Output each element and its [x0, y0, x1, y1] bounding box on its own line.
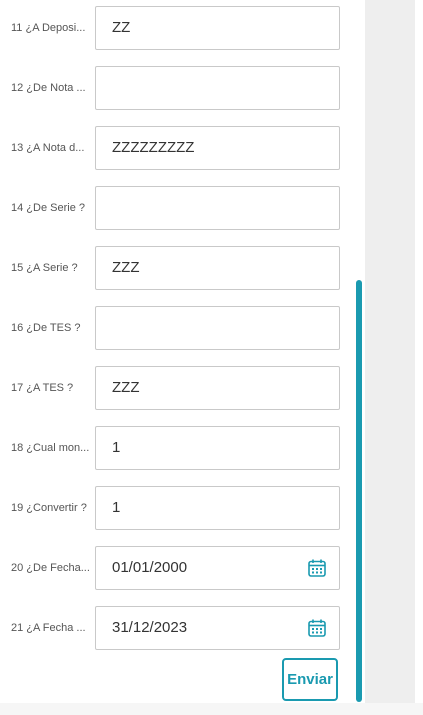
- bottom-strip: [0, 703, 423, 715]
- field-label: 16 ¿De TES ?: [11, 322, 81, 334]
- field-label: 19 ¿Convertir ?: [11, 502, 87, 514]
- field-value: ZZ: [112, 19, 131, 36]
- form-row-20: 20 ¿De Fecha... 01/01/2000: [0, 546, 345, 590]
- form-row-17: 17 ¿A TES ? ZZZ: [0, 366, 345, 410]
- date-to-input[interactable]: 31/12/2023: [95, 606, 340, 650]
- form-row-21: 21 ¿A Fecha ... 31/12/2023: [0, 606, 345, 650]
- note-to-input[interactable]: ZZZZZZZZZ: [95, 126, 340, 170]
- field-label: 13 ¿A Nota d...: [11, 142, 85, 154]
- field-label: 14 ¿De Serie ?: [11, 202, 85, 214]
- note-from-input[interactable]: [95, 66, 340, 110]
- calendar-icon[interactable]: [307, 558, 327, 578]
- field-value: 1: [112, 439, 121, 456]
- series-from-input[interactable]: [95, 186, 340, 230]
- calendar-icon[interactable]: [307, 618, 327, 638]
- currency-input[interactable]: 1: [95, 426, 340, 470]
- field-label: 20 ¿De Fecha...: [11, 562, 90, 574]
- field-label: 21 ¿A Fecha ...: [11, 622, 86, 634]
- deposit-to-input[interactable]: ZZ: [95, 6, 340, 50]
- field-label: 18 ¿Cual mon...: [11, 442, 90, 454]
- date-from-input[interactable]: 01/01/2000: [95, 546, 340, 590]
- submit-button[interactable]: Enviar: [282, 658, 338, 701]
- form-row-16: 16 ¿De TES ?: [0, 306, 345, 350]
- field-value: ZZZZZZZZZ: [112, 139, 195, 156]
- form-row-12: 12 ¿De Nota ...: [0, 66, 345, 110]
- form-row-11: 11 ¿A Deposi... ZZ: [0, 6, 345, 50]
- field-label: 15 ¿A Serie ?: [11, 262, 78, 274]
- field-label: 11 ¿A Deposi...: [11, 22, 86, 34]
- scrollbar-thumb[interactable]: [356, 280, 362, 702]
- field-label: 12 ¿De Nota ...: [11, 82, 86, 94]
- field-value: 01/01/2000: [112, 559, 188, 576]
- series-to-input[interactable]: ZZZ: [95, 246, 340, 290]
- form-row-13: 13 ¿A Nota d... ZZZZZZZZZ: [0, 126, 345, 170]
- field-label: 17 ¿A TES ?: [11, 382, 74, 394]
- side-panel: [365, 0, 415, 703]
- tes-from-input[interactable]: [95, 306, 340, 350]
- field-value: 1: [112, 499, 121, 516]
- field-value: ZZZ: [112, 379, 140, 396]
- convert-input[interactable]: 1: [95, 486, 340, 530]
- form-row-19: 19 ¿Convertir ? 1: [0, 486, 345, 530]
- form-row-14: 14 ¿De Serie ?: [0, 186, 345, 230]
- form-row-18: 18 ¿Cual mon... 1: [0, 426, 345, 470]
- form-row-15: 15 ¿A Serie ? ZZZ: [0, 246, 345, 290]
- field-value: 31/12/2023: [112, 619, 188, 636]
- field-value: ZZZ: [112, 259, 140, 276]
- tes-to-input[interactable]: ZZZ: [95, 366, 340, 410]
